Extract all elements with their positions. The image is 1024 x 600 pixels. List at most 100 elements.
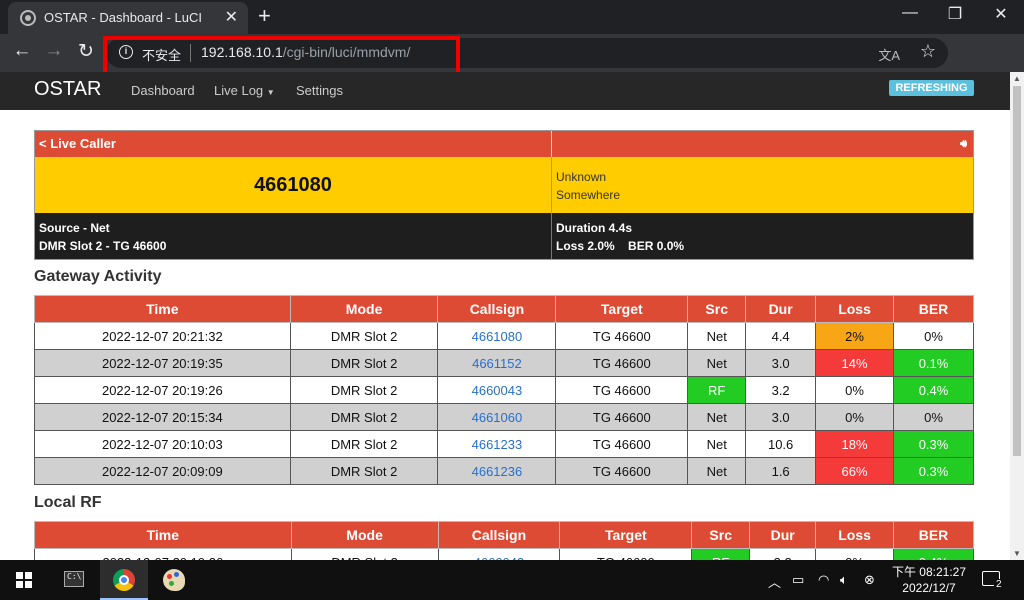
forward-icon[interactable]: → (42, 40, 66, 62)
table-cell: 66% (815, 457, 895, 485)
paint-icon (163, 569, 185, 591)
table-cell: 0.3% (893, 430, 974, 458)
table-cell: TG 46600 (555, 322, 689, 350)
taskbar-paint[interactable] (150, 560, 198, 600)
table-cell: 10.6 (745, 430, 817, 458)
column-header: Dur (749, 521, 817, 549)
windows-start-icon[interactable] (16, 572, 32, 588)
column-header: BER (893, 295, 974, 323)
table-cell: TG 46600 (555, 376, 689, 404)
table-row: 2022-12-07 20:09:09 DMR Slot 2 4661236 TG 4… (34, 457, 974, 485)
table-row: 2022-12-07 20:21:32 DMR Slot 2 4661080 TG 4… (34, 322, 974, 350)
table-row: 2022-12-07 20:10:03 DMR Slot 2 4661233 TG 4… (34, 430, 974, 458)
callsign-link[interactable]: 4661080 (437, 322, 557, 350)
callsign-link[interactable]: 4660043 (437, 376, 557, 404)
speaker-icon[interactable]: 🔊︎ (960, 138, 967, 150)
table-cell: Net (687, 430, 747, 458)
table-cell: 2022-12-07 20:19:26 (34, 548, 292, 560)
table-cell: 0% (893, 403, 974, 431)
reload-icon[interactable]: ↻ (74, 40, 98, 63)
live-callsign: 4661080 (35, 157, 552, 213)
table-cell: DMR Slot 2 (289, 457, 439, 485)
browser-tabstrip: OSTAR - Dashboard - LuCI ✕ + — ❐ ✕ (0, 0, 1024, 34)
table-row: 2022-12-07 20:19:26DMR Slot 24660043TG 4… (34, 548, 974, 560)
table-cell: 0% (893, 322, 974, 350)
table-cell: 18% (815, 430, 895, 458)
column-header: Time (34, 521, 292, 549)
table-cell: 0% (815, 376, 895, 404)
table-cell: RF (691, 548, 751, 560)
clock-time: 下午 08:21:27 (891, 565, 967, 579)
page-viewport: OSTAR Dashboard Live Log ▼ Settings REFR… (0, 72, 1010, 560)
live-caller-header[interactable]: < Live Caller (35, 131, 552, 157)
table-cell: RF (687, 376, 747, 404)
local-rf-title: Local RF (34, 494, 102, 511)
chrome-icon (113, 569, 135, 591)
close-icon[interactable]: ✕ (986, 4, 1016, 24)
page-scrollbar[interactable]: ▲ ▼ (1010, 72, 1024, 560)
back-icon[interactable]: ← (10, 40, 34, 62)
column-header: Target (559, 521, 693, 549)
table-cell: 0% (815, 403, 895, 431)
nav-settings[interactable]: Settings (296, 83, 343, 98)
tray-close-circle-icon[interactable]: ⊗ (864, 572, 875, 588)
tray-battery-icon[interactable]: ▭ (792, 572, 804, 588)
maximize-icon[interactable]: ❐ (940, 4, 970, 24)
nav-dashboard[interactable]: Dashboard (131, 83, 195, 98)
table-cell: DMR Slot 2 (289, 322, 439, 350)
table-cell: 4.4 (745, 322, 817, 350)
tray-chevron-icon[interactable]: ︿ (768, 572, 781, 591)
table-cell: DMR Slot 2 (289, 403, 439, 431)
table-cell: 1.6 (745, 457, 817, 485)
table-row: 2022-12-07 20:15:34 DMR Slot 2 4661060 TG 4… (34, 403, 974, 431)
star-icon[interactable]: ☆ (920, 41, 936, 62)
table-cell: 0.4% (893, 376, 974, 404)
table-cell: Net (687, 322, 747, 350)
callsign-link[interactable]: 4661060 (437, 403, 557, 431)
table-cell: Net (687, 457, 747, 485)
tray-volume-icon[interactable]: 🔈︎ (840, 572, 848, 588)
tab-title: OSTAR - Dashboard - LuCI (44, 10, 202, 25)
taskbar-clock[interactable]: 下午 08:21:27 2022/12/7 (888, 564, 970, 596)
callsign-link[interactable]: 4660043 (437, 548, 561, 560)
caller-slot: DMR Slot 2 - TG 46600 (39, 239, 167, 253)
minimize-icon[interactable]: — (895, 4, 925, 22)
column-header: Loss (815, 295, 895, 323)
table-cell: TG 46600 (559, 548, 693, 560)
table-cell: 0% (815, 548, 895, 560)
gateway-activity-table: Time Mode Callsign Target Src Dur Loss BER 2022… (34, 295, 974, 485)
column-header: Callsign (437, 521, 561, 549)
status-badge: REFRESHING (889, 80, 974, 96)
translate-icon[interactable]: 文A (878, 45, 900, 64)
table-cell: TG 46600 (555, 430, 689, 458)
taskbar-chrome[interactable] (100, 560, 148, 600)
tray-wifi-icon[interactable]: ◠ (818, 572, 829, 588)
table-cell: Net (687, 349, 747, 377)
callsign-link[interactable]: 4661236 (437, 457, 557, 485)
table-cell: 2022-12-07 20:19:26 (34, 376, 291, 404)
caret-down-icon: ▼ (266, 88, 275, 97)
scroll-down-icon[interactable]: ▼ (1013, 549, 1021, 558)
table-cell: 3.0 (745, 349, 817, 377)
callsign-link[interactable]: 4661233 (437, 430, 557, 458)
callsign-link[interactable]: 4661152 (437, 349, 557, 377)
close-tab-icon[interactable]: ✕ (225, 7, 238, 27)
site-navbar: OSTAR Dashboard Live Log ▼ Settings REFR… (0, 72, 1010, 110)
column-header: Mode (290, 521, 439, 549)
gateway-activity-title: Gateway Activity (34, 268, 162, 285)
table-row: 2022-12-07 20:19:35 DMR Slot 2 4661152 TG 4… (34, 349, 974, 377)
taskbar-terminal[interactable]: C:\ (50, 560, 98, 600)
scrollbar-thumb[interactable] (1013, 86, 1021, 456)
table-cell: 2022-12-07 20:09:09 (34, 457, 291, 485)
column-header: Target (555, 295, 689, 323)
nav-live-log[interactable]: Live Log ▼ (214, 83, 275, 98)
live-caller-panel: < Live Caller 🔊︎ 4661080 Unknown Somewhe… (34, 130, 974, 260)
radio-favicon-icon (20, 10, 36, 26)
new-tab-button[interactable]: + (258, 3, 271, 29)
brand-logo[interactable]: OSTAR (34, 78, 101, 101)
windows-taskbar: C:\ ︿ ▭ ◠ 🔈︎ ⊗ 下午 08:21:27 2022/12/7 2 (0, 560, 1024, 600)
browser-tab[interactable]: OSTAR - Dashboard - LuCI ✕ (8, 2, 248, 34)
table-cell: DMR Slot 2 (289, 349, 439, 377)
table-cell: 14% (815, 349, 895, 377)
scroll-up-icon[interactable]: ▲ (1013, 74, 1021, 83)
